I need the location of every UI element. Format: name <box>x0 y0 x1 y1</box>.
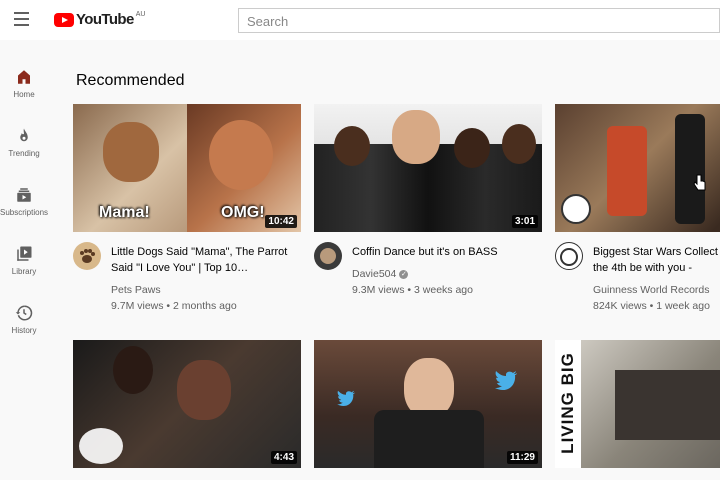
video-thumbnail[interactable]: 11:29 <box>314 340 542 468</box>
sidebar-item-label: History <box>11 326 37 335</box>
channel-row: Davie504 ✓ <box>352 268 409 280</box>
sidebar-item-history[interactable]: History <box>0 292 48 348</box>
twitter-bird-icon <box>495 371 517 390</box>
video-card: Biggest Star Wars Collect May the 4th be… <box>555 104 720 312</box>
darth-vader-image <box>675 114 705 224</box>
sidebar-item-label: Library <box>11 267 37 276</box>
sidebar-item-label: Trending <box>8 149 40 158</box>
view-count: 9.3M views <box>352 284 405 296</box>
collector-image <box>607 126 647 216</box>
video-duration: 11:29 <box>506 451 538 464</box>
video-stats: 9.7M views • 2 months ago <box>111 300 237 312</box>
house-image <box>615 370 720 440</box>
video-thumbnail[interactable]: 4:43 <box>73 340 301 468</box>
library-icon <box>17 246 32 261</box>
sidebar-item-home[interactable]: Home <box>0 56 48 112</box>
video-card: 4:43 <box>73 340 301 468</box>
section-title: Recommended <box>76 72 185 89</box>
channel-name[interactable]: Guinness World Records <box>593 284 710 296</box>
video-thumbnail[interactable]: LIVING BIG <box>555 340 720 468</box>
video-stats: 824K views • 1 week ago <box>593 300 710 312</box>
flame-icon <box>20 128 28 142</box>
upload-age: 1 week ago <box>656 300 710 312</box>
guinness-logo-icon <box>560 248 578 266</box>
history-icon <box>15 305 33 321</box>
person-image <box>177 360 231 420</box>
sidebar-item-library[interactable]: Library <box>0 233 48 289</box>
youtube-logo[interactable]: YouTube AU <box>54 11 145 31</box>
view-count: 9.7M views <box>111 300 164 312</box>
sidebar-item-label: Home <box>13 90 35 99</box>
video-title[interactable]: Biggest Star Wars Collect May the 4th be… <box>593 244 720 276</box>
paw-icon <box>80 249 95 263</box>
sidebar-item-label: Subscriptions <box>0 208 49 217</box>
person-image <box>502 124 536 164</box>
channel-name[interactable]: Davie504 <box>352 268 396 280</box>
video-card: Mama! OMG! 10:42 Little Dogs Said "Mama"… <box>73 104 301 312</box>
sidebar-item-trending[interactable]: Trending <box>0 115 48 171</box>
video-duration: 10:42 <box>265 215 297 228</box>
upload-age: 3 weeks ago <box>414 284 473 296</box>
thumbnail-caption: LIVING BIG <box>558 352 577 454</box>
video-thumbnail[interactable]: 3:01 <box>314 104 542 232</box>
video-card: 11:29 <box>314 340 542 468</box>
guinness-badge-icon <box>561 194 591 224</box>
video-thumbnail[interactable] <box>555 104 720 232</box>
avatar-face <box>320 248 336 264</box>
channel-name[interactable]: Pets Paws <box>111 284 161 296</box>
puppy-image <box>209 120 273 190</box>
dog-image <box>103 122 159 182</box>
home-icon <box>18 70 30 84</box>
thumbnail-caption-left: Mama! <box>99 204 150 221</box>
mtv-logo-icon <box>79 428 123 464</box>
channel-avatar[interactable] <box>555 242 583 270</box>
twitter-bird-icon <box>337 390 355 406</box>
logo-text: YouTube <box>76 11 134 28</box>
verified-icon: ✓ <box>399 269 409 279</box>
thumbnail-caption-right: OMG! <box>221 204 265 221</box>
youtube-play-icon <box>54 13 74 27</box>
upload-age: 2 months ago <box>173 300 237 312</box>
video-thumbnail[interactable]: Mama! OMG! 10:42 <box>73 104 301 232</box>
sidebar-item-subscriptions[interactable]: Subscriptions <box>0 174 48 230</box>
logo-region: AU <box>135 11 146 18</box>
person-image <box>454 128 490 168</box>
person-image <box>334 126 370 166</box>
video-title[interactable]: Little Dogs Said "Mama", The Parrot Said… <box>111 244 301 276</box>
video-card: 3:01 Coffin Dance but it's on BASS Davie… <box>314 104 542 312</box>
hand-cursor-icon <box>693 174 706 191</box>
video-stats: 9.3M views • 3 weeks ago <box>352 284 473 296</box>
video-title[interactable]: Coffin Dance but it's on BASS <box>352 244 542 260</box>
video-duration: 3:01 <box>511 215 538 228</box>
channel-avatar[interactable] <box>314 242 342 270</box>
search-placeholder: Search <box>247 14 289 29</box>
person-image <box>404 358 454 418</box>
search-input[interactable]: Search <box>238 8 720 33</box>
person-image <box>113 346 153 394</box>
subscriptions-icon <box>17 188 31 202</box>
person-image <box>392 110 440 164</box>
menu-icon[interactable] <box>14 12 32 28</box>
view-count: 824K views <box>593 300 647 312</box>
channel-avatar[interactable] <box>73 242 101 270</box>
shirt-image <box>374 410 484 468</box>
top-bar: YouTube AU Search <box>0 0 720 40</box>
video-card: LIVING BIG <box>555 340 720 468</box>
video-duration: 4:43 <box>270 451 297 464</box>
